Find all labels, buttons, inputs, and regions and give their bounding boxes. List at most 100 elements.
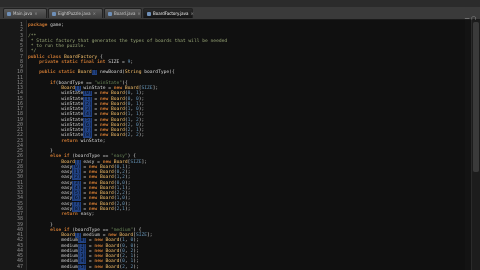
code-line[interactable]: winState[8] = new Board(2, 2);	[28, 133, 144, 139]
code-token: =	[91, 117, 100, 123]
code-line[interactable]: easy[6] = new Board(1,0);	[28, 196, 131, 202]
code-token: if	[28, 80, 56, 86]
code-token: * Static factory that generates the type…	[28, 38, 228, 44]
close-icon[interactable]: ×	[137, 11, 140, 16]
code-token: =	[80, 164, 89, 170]
code-token: ) {	[127, 154, 136, 160]
code-token: ;	[130, 59, 134, 65]
code-line[interactable]: /**	[28, 34, 36, 39]
code-line[interactable]: else if (boardType == "medium") {	[28, 228, 141, 233]
code-token: [2]	[72, 175, 81, 181]
code-line[interactable]: winState[0] = new Board(0, 1);	[28, 91, 144, 97]
code-line[interactable]: private static final int SIZE = 9;	[28, 60, 133, 65]
code-token: easy	[28, 185, 73, 191]
code-line[interactable]: * to run the puzzle.	[28, 44, 86, 49]
code-token: new	[88, 180, 100, 186]
close-icon[interactable]: ×	[93, 11, 96, 16]
code-token: [1]	[83, 96, 92, 102]
window-title-bar	[0, 0, 480, 7]
code-line[interactable]: return easy;	[28, 212, 94, 217]
code-token: else if	[28, 154, 73, 160]
code-token: winState	[28, 133, 84, 139]
code-line[interactable]: package game;	[28, 23, 64, 28]
code-token: Board	[111, 101, 125, 107]
code-token: [2]	[83, 101, 92, 107]
code-line[interactable]: */	[28, 49, 37, 54]
code-token: return	[28, 212, 81, 217]
code-line[interactable]: easy[7] = new Board(2,0);	[28, 201, 130, 207]
code-line[interactable]: Board[] easy = new Board[SIZE];	[28, 159, 148, 165]
code-line[interactable]: public class BoardFactory {	[28, 55, 103, 60]
code-token: );	[124, 185, 131, 191]
code-token: new	[99, 117, 112, 123]
code-token: medium	[28, 264, 78, 270]
code-token: winState	[28, 96, 84, 102]
code-token: * to run the puzzle.	[28, 44, 87, 49]
code-line[interactable]: * Static factory that generates the type…	[28, 39, 227, 44]
code-token: Board	[77, 70, 92, 76]
code-line[interactable]: winState[2] = new Board(0, 1);	[28, 101, 144, 107]
code-line[interactable]: return winState;	[28, 139, 105, 144]
java-file-icon	[108, 11, 112, 16]
tab-eightpuzzle-java[interactable]: EightPuzzle.java ×	[48, 8, 103, 18]
code-token: );	[133, 248, 139, 254]
code-token: medium	[28, 238, 78, 244]
code-token: new	[102, 159, 114, 165]
tab-label: BoardFactory.java	[153, 11, 189, 16]
code-token: ) {	[133, 227, 142, 233]
code-line[interactable]: easy[8] = new Board(2,1);	[28, 206, 131, 212]
code-line[interactable]: winState[4] = new Board(1, 1);	[28, 112, 144, 118]
tab-board-java[interactable]: Board.java ×	[104, 8, 142, 18]
code-line[interactable]: medium[1] = new Board(0, 0);	[28, 243, 139, 249]
code-token: );	[124, 206, 131, 212]
code-line[interactable]: }	[28, 223, 53, 228]
code-token: Board	[105, 248, 120, 254]
code-line[interactable]: winState[6] = new Board(2, 0);	[28, 122, 144, 128]
tab-boardfactory-java[interactable]: BoardFactory.java ×	[143, 8, 194, 18]
code-line[interactable]: medium[5] = new Board(2, 2);	[28, 264, 139, 270]
code-editor[interactable]: package game; /** * Static factory that g…	[28, 20, 460, 270]
code-token: [0]	[77, 238, 87, 244]
code-token: [5]	[83, 117, 92, 123]
code-token: =	[80, 175, 89, 181]
scrollbar-thumb[interactable]	[473, 22, 479, 172]
code-line[interactable]: easy[0] = new Board(0,1);	[28, 164, 130, 170]
code-line[interactable]: winState[5] = new Board(1, 2);	[28, 117, 144, 123]
code-token: Board	[99, 201, 114, 207]
code-line[interactable]: winState[1] = new Board(0, 0);	[28, 96, 144, 102]
code-token: [6]	[83, 122, 92, 128]
code-token: [0]	[72, 164, 81, 170]
code-line[interactable]: if(boardType == "winState"){	[28, 81, 128, 86]
code-line[interactable]: else if (boardType == "easy") {	[28, 154, 136, 159]
code-token: new	[99, 122, 112, 128]
code-token: new	[99, 91, 112, 97]
code-token: Board	[99, 180, 114, 186]
close-icon[interactable]: ×	[34, 11, 37, 16]
code-token: =	[91, 133, 100, 139]
code-line[interactable]: easy[4] = new Board(1,1);	[28, 185, 131, 191]
code-token: new	[94, 248, 106, 254]
code-token: Board	[99, 206, 114, 212]
code-line[interactable]: medium[0] = new Board(1, 0);	[28, 238, 139, 244]
code-line[interactable]: medium[4] = new Board(0, 1);	[28, 259, 139, 265]
code-token: SIZE =	[108, 59, 128, 65]
code-line[interactable]: public static Board[] newBoard(String bo…	[28, 70, 175, 76]
code-token: =	[91, 101, 100, 107]
code-token: ];	[141, 159, 148, 165]
code-token: =	[91, 112, 100, 118]
tab-main-java[interactable]: Main.java ×	[3, 8, 47, 18]
code-token: [1]	[77, 243, 87, 249]
code-line[interactable]: easy[2] = new Board(1,2);	[28, 175, 130, 181]
code-token: easy	[28, 206, 73, 212]
code-token: new	[99, 133, 112, 139]
code-token: winState	[28, 112, 84, 118]
code-token: [5]	[77, 264, 87, 270]
code-token: =	[91, 96, 100, 102]
code-token: /**	[28, 33, 37, 39]
close-icon[interactable]: ×	[190, 11, 193, 16]
code-token: new	[88, 206, 100, 212]
code-line[interactable]: medium[2] = new Board(0, 2);	[28, 248, 139, 254]
code-token: );	[124, 196, 131, 202]
code-token: Board	[105, 264, 120, 270]
code-line[interactable]: easy[3] = new Board(0,0);	[28, 180, 130, 186]
